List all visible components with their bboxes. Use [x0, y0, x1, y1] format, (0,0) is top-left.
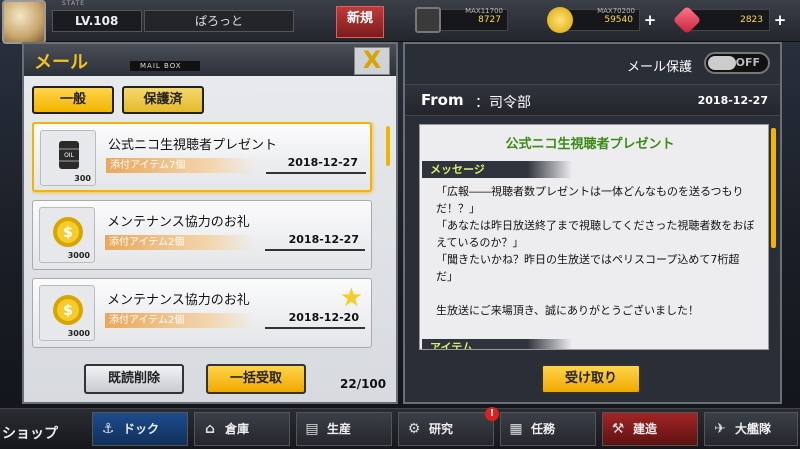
mail-list-scrollbar[interactable]	[386, 126, 390, 166]
mail-item[interactable]: $ 3000 メンテナンス協力のお礼 ★ 添付アイテム2個 2018-12-20	[32, 278, 372, 348]
svg-text:OIL: OIL	[64, 152, 74, 159]
nav-production[interactable]: ▤ 生産	[296, 412, 392, 446]
mail-item[interactable]: OIL 300 公式ニコ生視聴者プレゼント 添付アイテム7個 2018-12-2…	[32, 122, 372, 192]
mail-item-date: 2018-12-27	[288, 233, 359, 246]
mail-list[interactable]: OIL 300 公式ニコ生視聴者プレゼント 添付アイテム7個 2018-12-2…	[32, 122, 380, 352]
mail-item-title: メンテナンス協力のお礼	[107, 293, 250, 308]
svg-text:$: $	[63, 225, 73, 241]
notification-badge: !	[485, 407, 499, 421]
fuel-icon	[415, 7, 441, 33]
nav-label: 倉庫	[225, 422, 250, 436]
attachment-qty: 300	[74, 174, 91, 183]
nav-label: 大艦隊	[735, 422, 772, 436]
divider	[265, 249, 365, 251]
attachment-qty: 3000	[67, 329, 90, 338]
mail-detail-panel: メール保護 OFF From ：司令部 2018-12-27 公式ニコ生視聴者プ…	[403, 42, 782, 404]
message-title: 公式ニコ生視聴者プレゼント	[505, 137, 675, 152]
nav-shop[interactable]: ショップ	[2, 423, 58, 443]
gem-icon	[672, 5, 702, 35]
divider	[265, 327, 365, 329]
attachment-thumb: $ 3000	[39, 285, 95, 341]
message-text: 「広報――視聴者数プレゼントは一体どんなものを送るつもりだ！？」 「あなたは昨日…	[436, 185, 755, 317]
gold-coin-icon: $	[53, 217, 83, 247]
nav-label: 生産	[327, 422, 352, 436]
sender-name: ：司令部	[475, 95, 531, 111]
production-icon: ▤	[305, 421, 319, 437]
from-label: From	[421, 91, 464, 109]
attachment-count: 添付アイテム7個	[106, 158, 256, 173]
game-screen: STATE LV.108 ぱろっと 新規 MAX11700 8727 MAX70…	[0, 0, 800, 449]
nav-mission[interactable]: ▦ 任務	[500, 412, 596, 446]
nav-fleet[interactable]: ✈ 大艦隊	[704, 412, 798, 446]
attachment-thumb: OIL 300	[40, 130, 96, 186]
fuel-counter: MAX11700 8727	[415, 7, 508, 33]
player-name: ぱろっと	[144, 10, 294, 32]
mail-item-title: メンテナンス協力のお礼	[107, 215, 250, 230]
mission-icon: ▦	[509, 421, 523, 437]
oil-drum-icon: OIL	[59, 141, 79, 169]
coin-icon	[547, 7, 573, 33]
attachment-thumb: $ 3000	[39, 207, 95, 263]
mail-item[interactable]: $ 3000 メンテナンス協力のお礼 添付アイテム2個 2018-12-27	[32, 200, 372, 270]
mail-date: 2018-12-27	[697, 94, 768, 107]
toggle-knob	[708, 56, 736, 70]
nav-build[interactable]: ⚒ 建造	[602, 412, 698, 446]
tab-general[interactable]: 一般	[32, 86, 114, 114]
nav-label: 建造	[633, 422, 658, 436]
gem-value: 2823	[740, 15, 763, 25]
close-button[interactable]: X	[354, 47, 390, 75]
coin-max: MAX70200	[597, 7, 635, 15]
star-icon: ★	[339, 283, 363, 313]
message-body[interactable]: 公式ニコ生視聴者プレゼント メッセージ 「広報――視聴者数プレゼントは一体どんな…	[419, 124, 769, 350]
mail-protect-label: メール保護	[626, 60, 692, 75]
nav-label: ドック	[123, 422, 160, 436]
add-gem-button[interactable]: +	[771, 12, 789, 30]
gem-counter: 2823 +	[672, 5, 786, 35]
nav-label: 研究	[429, 422, 454, 436]
tab-protected[interactable]: 保護済	[122, 86, 204, 114]
toggle-state: OFF	[735, 56, 760, 69]
nav-dock[interactable]: ⚓ ドック	[92, 412, 188, 446]
message-section-header: メッセージ	[422, 161, 572, 178]
nav-research[interactable]: ⚙ 研究 !	[398, 407, 499, 446]
divider	[266, 172, 366, 174]
attachment-count: 添付アイテム2個	[105, 235, 255, 250]
mail-header: メール MAIL BOX X	[24, 44, 396, 76]
mail-box-subtitle: MAIL BOX	[130, 61, 200, 71]
bottom-nav: ショップ ⚓ ドック ⌂ 倉庫 ▤ 生産 ⚙ 研究 ! ▦ 任務 ⚒ 建造 ✈ …	[0, 407, 800, 449]
receive-all-button[interactable]: 一括受取	[206, 364, 306, 394]
player-avatar[interactable]	[2, 0, 46, 44]
mail-protect-toggle[interactable]: OFF	[704, 52, 770, 74]
fleet-icon: ✈	[714, 421, 726, 437]
attachment-count: 添付アイテム2個	[105, 313, 255, 328]
mail-item-date: 2018-12-20	[288, 311, 359, 324]
attachment-qty: 3000	[67, 251, 90, 260]
mail-item-date: 2018-12-27	[287, 156, 358, 169]
build-icon: ⚒	[611, 421, 625, 437]
mail-count: 22/100	[340, 377, 387, 391]
mail-title: メール	[34, 52, 88, 73]
sender-bar: From ：司令部 2018-12-27	[405, 84, 780, 116]
receive-button[interactable]: 受け取り	[541, 364, 641, 394]
state-label: STATE	[62, 0, 86, 7]
svg-text:$: $	[63, 303, 73, 319]
gold-coin-icon: $	[53, 295, 83, 325]
top-status-bar: STATE LV.108 ぱろっと 新規 MAX11700 8727 MAX70…	[0, 0, 800, 44]
warehouse-icon: ⌂	[204, 421, 216, 437]
research-icon: ⚙	[407, 421, 421, 437]
fuel-max: MAX11700	[465, 7, 503, 15]
delete-read-button[interactable]: 既読削除	[84, 364, 184, 394]
mail-list-panel: メール MAIL BOX X 一般 保護済 OIL 300 公式ニコ生視聴者プレ…	[22, 42, 398, 404]
player-level: LV.108	[52, 10, 142, 32]
nav-warehouse[interactable]: ⌂ 倉庫	[194, 412, 290, 446]
mail-item-title: 公式ニコ生視聴者プレゼント	[108, 138, 278, 153]
nav-label: 任務	[531, 422, 556, 436]
new-badge[interactable]: 新規	[336, 6, 384, 38]
coin-counter: MAX70200 59540 +	[547, 7, 656, 33]
item-section-header: アイテム	[422, 339, 572, 349]
add-coin-button[interactable]: +	[641, 12, 659, 30]
message-scrollbar[interactable]	[771, 128, 776, 248]
dock-icon: ⚓	[101, 421, 115, 437]
